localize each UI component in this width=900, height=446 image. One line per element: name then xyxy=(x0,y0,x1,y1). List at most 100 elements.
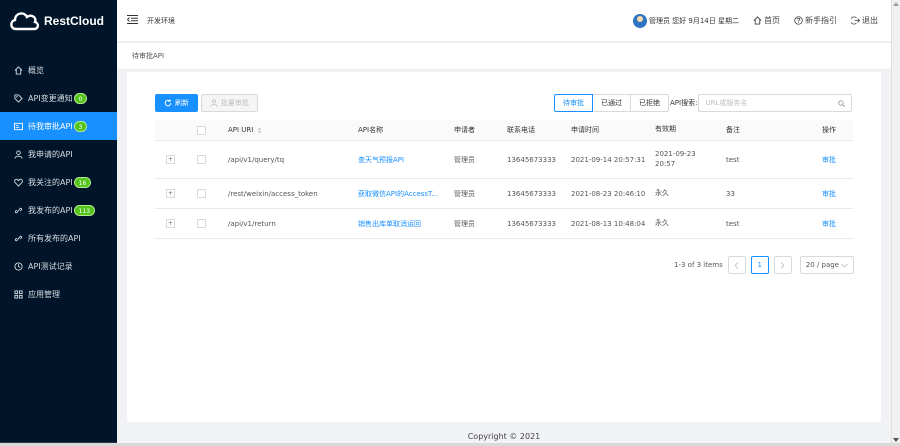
row-expand: + xyxy=(166,179,175,208)
cloud-logo-icon xyxy=(10,12,40,31)
filter-rejected[interactable]: 已拒绝 xyxy=(630,94,669,112)
user-greeting: 管理员 您好 9月14日 星期二 xyxy=(648,16,739,25)
scroll-down-icon[interactable] xyxy=(893,438,899,442)
main-card: 刷新 批量审批 待审批 已通过 已拒绝 API搜索: API URI API名称… xyxy=(127,72,881,422)
sort-icon[interactable] xyxy=(257,127,262,134)
batch-approve-button[interactable]: 批量审批 xyxy=(201,94,258,112)
vertical-scrollbar[interactable] xyxy=(891,0,900,446)
count-badge: 0 xyxy=(73,92,88,104)
sidebar-item-overview[interactable]: 概览 xyxy=(0,56,117,84)
sidebar-item-my-published[interactable]: 我发布的API 113 xyxy=(0,196,117,224)
cell-validity: 永久 xyxy=(655,188,669,197)
avatar[interactable] xyxy=(632,13,647,28)
logo[interactable]: RestCloud xyxy=(0,0,117,42)
link-icon xyxy=(14,206,23,215)
column-header-operation: 操作 xyxy=(822,126,836,134)
sidebar-item-label: 我关注的API xyxy=(28,177,73,187)
column-header-name: API名称 xyxy=(358,126,384,134)
sidebar-item-test-records[interactable]: API测试记录 xyxy=(0,252,117,280)
filter-approved[interactable]: 已通过 xyxy=(592,94,631,112)
sidebar-item-app-management[interactable]: 应用管理 xyxy=(0,280,117,308)
app-name: RestCloud xyxy=(44,14,104,28)
row-select xyxy=(197,141,206,178)
sidebar-item-my-followed[interactable]: 我关注的API 16 xyxy=(0,168,117,196)
footer-copyright: Copyright © 2021 xyxy=(467,432,541,441)
next-page-button[interactable] xyxy=(773,256,792,274)
chevron-down-icon xyxy=(841,263,848,267)
guide-link[interactable]: 新手指引 xyxy=(794,15,837,26)
search-icon[interactable] xyxy=(838,99,846,107)
cell-time: 2021-08-23 20:46:10 xyxy=(571,189,646,198)
search-input[interactable] xyxy=(705,99,839,107)
sidebar-item-label: 所有发布的API xyxy=(28,233,81,243)
row-checkbox[interactable] xyxy=(197,219,206,228)
header-cell[interactable]: API URI xyxy=(228,120,262,140)
header-actions: 管理员 您好 9月14日 星期二 首页 新手指引 退出 xyxy=(632,13,891,28)
logout-link[interactable]: 退出 xyxy=(851,15,878,26)
question-icon xyxy=(794,16,803,25)
page-number-button[interactable]: 1 xyxy=(750,256,769,274)
cell-uri: /api/v1/return xyxy=(228,219,276,228)
sidebar-item-label: 概览 xyxy=(28,65,44,75)
count-badge: 16 xyxy=(73,176,92,188)
expand-icon[interactable]: + xyxy=(166,189,175,198)
table-row: + /rest/weixin/access_token 获取微信API的Acce… xyxy=(155,179,853,209)
count-badge: 113 xyxy=(73,204,96,216)
sidebar-item-all-published[interactable]: 所有发布的API xyxy=(0,224,117,252)
column-header-time: 申请时间 xyxy=(571,126,599,134)
table-header: API URI API名称 申请者 联系电话 申请时间 有效期 备注 操作 xyxy=(155,120,853,141)
toolbar: 刷新 批量审批 xyxy=(155,94,258,112)
cell-api-name-link[interactable]: 获取微信API的AccessT... xyxy=(358,179,438,208)
cell-phone: 13645673333 xyxy=(507,155,556,164)
header-cell xyxy=(197,120,206,140)
cell-api-name-link[interactable]: 查天气预报API xyxy=(358,141,404,178)
column-header-phone: 联系电话 xyxy=(507,126,535,134)
cell-applicant: 管理员 xyxy=(454,155,475,164)
row-checkbox[interactable] xyxy=(197,155,206,164)
cell-uri: /api/v1/query/tq xyxy=(228,155,285,164)
page-size-select[interactable]: 20 / page xyxy=(799,256,854,274)
breadcrumb-current: 待审批API xyxy=(132,52,165,60)
sidebar-menu: 概览 API变更通知 0 待我审批API 3 我申请的API 我关注的API 1… xyxy=(0,56,117,308)
sidebar-item-my-applications[interactable]: 我申请的API xyxy=(0,140,117,168)
table-row: + /api/v1/return 销售出库单取消运回 管理员 136456733… xyxy=(155,209,853,239)
sidebar-item-label: API变更通知 xyxy=(28,93,73,103)
cell-time: 2021-09-14 20:57:31 xyxy=(571,155,646,164)
cell-validity: 永久 xyxy=(655,218,669,227)
breadcrumb: 待审批API xyxy=(117,43,891,70)
cell-note: test xyxy=(726,155,740,164)
row-expand: + xyxy=(166,209,175,238)
row-select xyxy=(197,209,206,238)
menu-fold-icon[interactable] xyxy=(126,15,138,26)
expand-icon[interactable]: + xyxy=(166,155,175,164)
scroll-up-icon[interactable] xyxy=(893,2,899,6)
logout-icon xyxy=(851,16,860,25)
chevron-right-icon xyxy=(781,261,785,269)
sidebar-item-api-change-notice[interactable]: API变更通知 0 xyxy=(0,84,117,112)
sidebar-item-label: 待我审批API xyxy=(28,121,73,131)
refresh-button[interactable]: 刷新 xyxy=(155,94,198,112)
home-link[interactable]: 首页 xyxy=(753,15,780,26)
expand-icon[interactable]: + xyxy=(166,219,175,228)
row-checkbox[interactable] xyxy=(197,189,206,198)
sidebar-item-pending-approval[interactable]: 待我审批API 3 xyxy=(0,112,117,140)
row-select xyxy=(197,179,206,208)
user-icon xyxy=(14,149,23,159)
cell-applicant: 管理员 xyxy=(454,189,475,198)
cell-note: test xyxy=(726,219,740,228)
prev-page-button[interactable] xyxy=(727,256,746,274)
chevron-left-icon xyxy=(734,261,739,269)
approve-link[interactable]: 审批 xyxy=(822,179,836,208)
batch-approve-label: 批量审批 xyxy=(221,99,249,107)
sidebar: RestCloud 概览 API变更通知 0 待我审批API 3 我申请的API… xyxy=(0,0,117,446)
heart-icon xyxy=(14,178,23,187)
approve-link[interactable]: 审批 xyxy=(822,209,836,238)
cell-api-name-link[interactable]: 销售出库单取消运回 xyxy=(358,209,421,238)
approve-link[interactable]: 审批 xyxy=(822,141,836,178)
filter-pending[interactable]: 待审批 xyxy=(554,94,593,112)
clock-icon xyxy=(14,261,23,271)
grid-icon xyxy=(14,289,23,299)
environment-label[interactable]: 开发环境 xyxy=(147,16,175,26)
select-all-checkbox[interactable] xyxy=(197,125,206,135)
search-box[interactable] xyxy=(698,94,853,112)
